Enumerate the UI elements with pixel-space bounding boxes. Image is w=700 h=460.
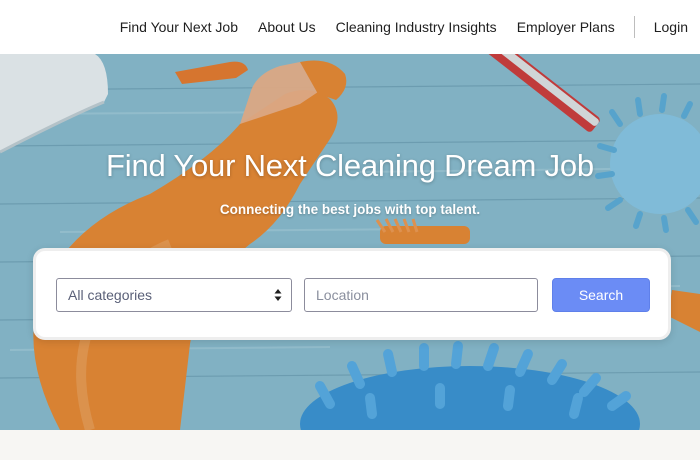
- category-select[interactable]: All categories: [56, 278, 292, 312]
- page-content-area: [0, 430, 700, 460]
- nav-link-industry-insights[interactable]: Cleaning Industry Insights: [336, 19, 497, 35]
- nav-link-about-us[interactable]: About Us: [258, 19, 316, 35]
- hero-subtitle: Connecting the best jobs with top talent…: [219, 202, 481, 217]
- search-button[interactable]: Search: [552, 278, 650, 312]
- nav-link-employer-plans[interactable]: Employer Plans: [517, 19, 615, 35]
- sort-arrows-icon: [274, 289, 282, 301]
- job-search-card: All categories Search: [33, 248, 671, 340]
- nav-divider: [633, 16, 635, 38]
- login-link[interactable]: Login: [654, 19, 688, 35]
- location-input[interactable]: [304, 278, 538, 312]
- hero-section: Find Your Next Cleaning Dream Job Connec…: [0, 54, 700, 430]
- top-navigation: Find Your Next Job About Us Cleaning Ind…: [0, 0, 700, 54]
- hero-background-image: [0, 54, 700, 430]
- category-select-value: All categories: [68, 287, 153, 303]
- nav-link-find-job[interactable]: Find Your Next Job: [120, 19, 238, 35]
- hero-title: Find Your Next Cleaning Dream Job: [106, 148, 594, 183]
